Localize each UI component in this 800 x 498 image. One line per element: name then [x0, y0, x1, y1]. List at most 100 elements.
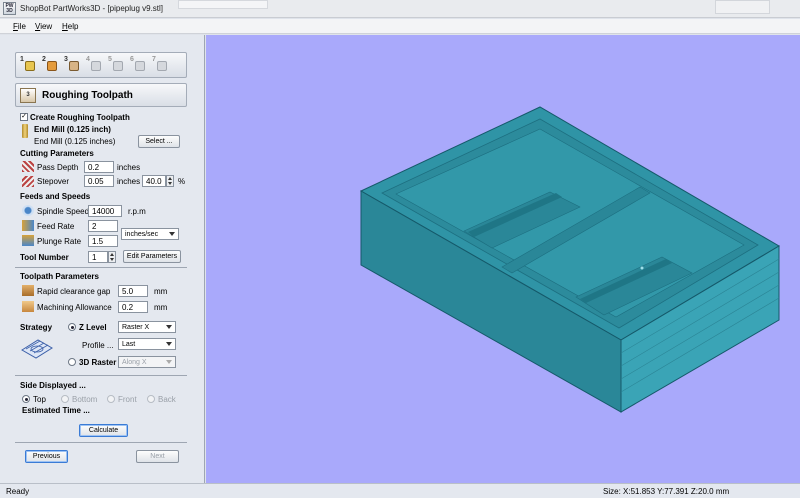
chevron-down-icon	[166, 342, 172, 346]
profile-select[interactable]: Last	[118, 338, 176, 350]
tool-name-bold: End Mill (0.125 inch)	[34, 125, 111, 134]
side-top-label: Top	[33, 395, 46, 404]
side-back-label: Back	[158, 395, 176, 404]
step-toolbar: 1 2 3 4 5 6 7	[15, 52, 187, 78]
machining-allowance-input[interactable]: 0.2	[118, 301, 148, 313]
step-4-button[interactable]: 4	[86, 56, 104, 74]
preview-icon	[135, 61, 145, 71]
save-toolpath-icon	[157, 61, 167, 71]
step-2-button[interactable]: 2	[42, 56, 60, 74]
divider	[15, 442, 187, 443]
side-displayed-heading: Side Displayed ...	[20, 381, 86, 390]
menu-bar: File View Help	[0, 19, 800, 34]
raster3d-radio[interactable]	[68, 358, 76, 366]
side-back-radio[interactable]	[147, 395, 155, 403]
window-title: ShopBot PartWorks3D - [pipeplug v9.stl]	[20, 4, 164, 13]
status-size: Size: X:51.853 Y:77.391 Z:20.0 mm	[603, 487, 730, 496]
divider	[15, 375, 187, 376]
status-ready: Ready	[6, 487, 30, 496]
feed-rate-input[interactable]: 2	[88, 220, 118, 232]
edit-parameters-button[interactable]: Edit Parameters	[123, 250, 181, 263]
profile-label: Profile ...	[82, 341, 114, 350]
status-bar: Ready Size: X:51.853 Y:77.391 Z:20.0 mm	[0, 483, 800, 498]
side-front-radio[interactable]	[107, 395, 115, 403]
feed-rate-label: Feed Rate	[37, 222, 75, 231]
background-window-fragment	[178, 0, 268, 9]
step-5-button[interactable]: 5	[108, 56, 126, 74]
raster3d-select[interactable]: Along X	[118, 356, 176, 368]
pass-depth-unit: inches	[117, 163, 141, 172]
estimated-time-label: Estimated Time ...	[22, 406, 90, 415]
zlevel-label: Z Level	[79, 323, 107, 332]
step-3-button[interactable]: 3	[64, 56, 82, 74]
pass-depth-label: Pass Depth	[37, 163, 79, 172]
rapid-clearance-icon	[22, 285, 34, 296]
feed-rate-icon	[22, 220, 34, 231]
rate-unit-select[interactable]: inches/sec	[121, 228, 179, 240]
chevron-down-icon	[166, 325, 172, 329]
background-window-fragment	[715, 0, 770, 14]
next-button[interactable]: Next	[136, 450, 179, 463]
model-icon	[25, 61, 35, 71]
calculate-button[interactable]: Calculate	[79, 424, 128, 437]
orient-icon	[47, 61, 57, 71]
plunge-rate-label: Plunge Rate	[37, 237, 82, 246]
roughing-section-icon: 3	[20, 88, 36, 103]
create-roughing-checkbox[interactable]: ✓	[20, 113, 28, 121]
tool-number-spinner[interactable]	[108, 251, 116, 263]
rapid-clearance-label: Rapid clearance gap	[37, 287, 111, 296]
machining-allowance-icon	[22, 301, 34, 312]
cutting-params-heading: Cutting Parameters	[20, 149, 94, 158]
tool-number-input[interactable]: 1	[88, 251, 108, 263]
create-roughing-label: Create Roughing Toolpath	[30, 113, 130, 122]
step-1-button[interactable]: 1	[20, 56, 38, 74]
model-marker	[640, 266, 644, 270]
divider	[15, 267, 187, 268]
strategy-label: Strategy	[20, 323, 53, 332]
percent-sign: %	[178, 177, 186, 186]
step-6-button[interactable]: 6	[130, 56, 148, 74]
spindle-speed-input[interactable]: 14000	[88, 205, 122, 217]
rapid-clearance-input[interactable]: 5.0	[118, 285, 148, 297]
3d-viewport[interactable]	[206, 35, 800, 483]
machining-allowance-label: Machining Allowance	[37, 303, 112, 312]
side-bottom-radio[interactable]	[61, 395, 69, 403]
menu-help[interactable]: Help	[62, 22, 78, 31]
stepover-spinner[interactable]	[166, 175, 174, 187]
roughing-icon	[69, 61, 79, 71]
end-mill-icon	[22, 124, 28, 138]
plunge-rate-input[interactable]: 1.5	[88, 235, 118, 247]
stepover-input[interactable]: 0.05	[84, 175, 114, 187]
previous-button[interactable]: Previous	[25, 450, 68, 463]
section-header: 3 Roughing Toolpath	[15, 83, 187, 107]
model-view	[359, 106, 780, 413]
menu-file[interactable]: File	[13, 22, 26, 31]
rapid-clearance-unit: mm	[154, 287, 168, 296]
stepover-unit: inches	[117, 177, 141, 186]
zlevel-select[interactable]: Raster X	[118, 321, 176, 333]
raster3d-label: 3D Raster	[79, 358, 117, 367]
spindle-unit: r.p.m	[128, 207, 146, 216]
menu-view[interactable]: View	[35, 22, 52, 31]
toolpath-panel: 1 2 3 4 5 6 7 3 Roughing Toolpath ✓ Crea…	[0, 35, 205, 483]
plunge-rate-icon	[22, 235, 34, 246]
spindle-icon	[22, 205, 34, 216]
step-7-button[interactable]: 7	[152, 56, 170, 74]
zlevel-radio[interactable]	[68, 323, 76, 331]
pass-depth-input[interactable]: 0.2	[84, 161, 114, 173]
select-tool-button[interactable]: Select ...	[138, 135, 180, 148]
stepover-label: Stepover	[37, 177, 70, 186]
strategy-raster-icon	[21, 339, 53, 359]
chevron-down-icon	[166, 360, 172, 364]
tool-number-label: Tool Number	[20, 253, 69, 262]
stepover-icon	[22, 176, 34, 187]
toolpath-params-heading: Toolpath Parameters	[20, 272, 99, 281]
side-top-radio[interactable]	[22, 395, 30, 403]
pass-depth-icon	[22, 161, 34, 172]
side-front-label: Front	[118, 395, 137, 404]
cutout-icon	[113, 61, 123, 71]
machining-allowance-unit: mm	[154, 303, 168, 312]
stepover-percent-input[interactable]: 40.0	[142, 175, 166, 187]
feeds-heading: Feeds and Speeds	[20, 192, 91, 201]
spindle-label: Spindle Speed	[37, 207, 90, 216]
